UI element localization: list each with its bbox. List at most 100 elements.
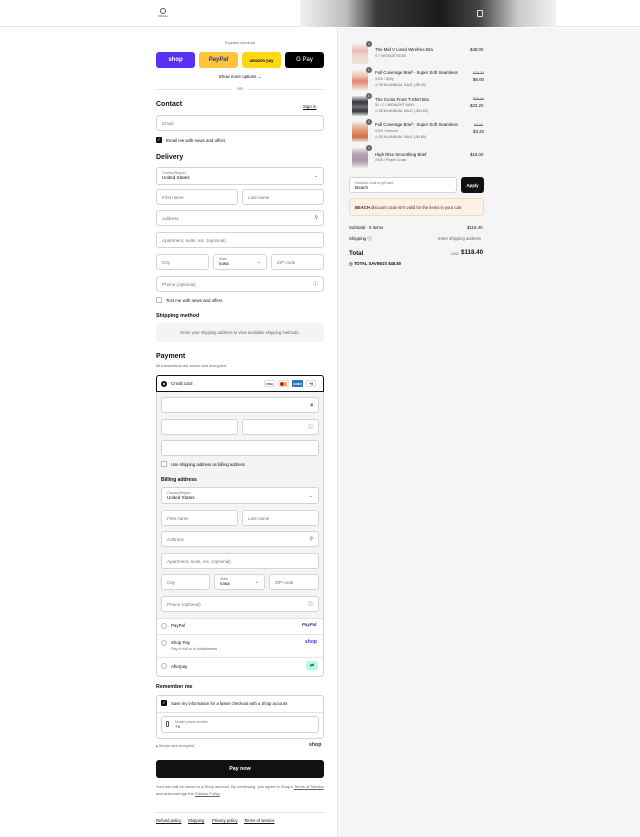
shop-pay-button[interactable]: shop <box>156 52 195 68</box>
footer-shipping-link[interactable]: Shipping <box>188 818 204 823</box>
shipping-method-box: Enter your shipping address to view avai… <box>156 323 324 342</box>
help-icon[interactable]: ⓘ <box>367 236 371 241</box>
phone-field[interactable]: Phone (optional) ⓘ <box>156 276 324 292</box>
product-thumbnail <box>352 44 368 64</box>
sign-in-link[interactable]: Sign in <box>303 104 316 109</box>
product-thumbnail <box>352 122 368 142</box>
chevron-down-icon: ⌄ <box>254 579 259 585</box>
search-icon: ⚲ <box>309 536 313 542</box>
paypal-option-label: PayPal <box>171 623 185 628</box>
privacy-policy-link[interactable]: Privacy Policy <box>195 791 220 796</box>
more-cards-text: +5 <box>308 381 314 386</box>
city-field[interactable]: City <box>156 254 209 270</box>
use-shipping-checkbox[interactable] <box>161 461 167 467</box>
amazon-pay-label: amazon pay <box>249 57 274 63</box>
email-news-label: Email me with news and offers <box>166 138 226 143</box>
terms-of-service-link[interactable]: Terms of Service <box>294 784 324 789</box>
card-number-field[interactable]: 🔒︎ <box>161 397 319 413</box>
chevron-down-icon: ⌄ <box>313 173 318 179</box>
lock-icon: 🔒︎ <box>156 744 158 748</box>
billing-phone-field[interactable]: Phone (optional) ⓘ <box>161 596 319 612</box>
apply-button[interactable]: Apply <box>461 177 484 193</box>
quantity-badge: 1 <box>366 145 372 151</box>
item-sale: ◷ SEMI-ANNUAL SALE (-$9.00) <box>375 83 426 87</box>
billing-zip-field[interactable]: ZIP code <box>269 574 319 590</box>
expiration-field[interactable] <box>161 419 238 435</box>
footer-refund-link[interactable]: Refund policy <box>156 818 181 823</box>
name-on-card-field[interactable] <box>161 440 319 456</box>
billing-country-select[interactable]: Country/Region United States ⌄ <box>161 487 319 504</box>
store-logo[interactable]: REVEAL <box>157 8 169 20</box>
billing-last-name-field[interactable]: Last name <box>242 510 319 526</box>
help-icon[interactable]: ⓘ <box>308 424 313 431</box>
tag-icon: ◷ <box>375 83 379 87</box>
amazon-pay-button[interactable]: amazon pay <box>242 52 281 68</box>
billing-apartment-field[interactable]: Apartment, suite, etc. (optional) <box>161 553 319 569</box>
amex-icon: AMEX <box>292 380 303 387</box>
paypal-button[interactable]: PayPal <box>199 52 238 68</box>
item-sale-text: SEMI-ANNUAL SALE (-$34.80) <box>379 109 428 113</box>
billing-city-placeholder: City <box>167 579 175 585</box>
afterpay-radio[interactable] <box>161 663 167 669</box>
first-name-field[interactable]: First name <box>156 189 238 205</box>
billing-city-field[interactable]: City <box>161 574 210 590</box>
item-name: High Rise Smoothing Brief <box>375 152 427 157</box>
paypal-label: PayPal <box>208 57 229 63</box>
paypal-radio[interactable] <box>161 623 167 629</box>
email-field[interactable]: Email <box>156 115 324 131</box>
help-icon[interactable]: ⓘ <box>313 281 318 288</box>
discount-code-field[interactable]: Discount code or gift card Beach <box>349 177 457 193</box>
text-news-label: Text me with news and offers <box>166 298 223 303</box>
credit-card-radio[interactable] <box>161 381 167 387</box>
terms-period: . <box>219 790 221 796</box>
item-name: The Mid V Lined Wirefree Bra <box>375 47 433 52</box>
city-placeholder: City <box>162 259 170 265</box>
last-name-field[interactable]: Last name <box>242 189 324 205</box>
mobile-icon <box>166 721 169 727</box>
item-name: Full Coverage Brief - Super Soft Seamles… <box>375 70 458 75</box>
shipping-method-message: Enter your shipping address to view avai… <box>180 330 300 335</box>
product-thumbnail <box>352 96 368 116</box>
email-news-checkbox[interactable]: ✓ <box>156 137 162 143</box>
apply-label: Apply <box>466 182 479 188</box>
address-field[interactable]: Address ⚲ <box>156 210 324 226</box>
subtotal-value: $118.40 <box>467 225 483 230</box>
order-summary <box>337 28 640 837</box>
shipping-label-text: Shipping <box>349 236 367 241</box>
item-variant: 31 / C / MIDNIGHT NAVY <box>375 103 415 107</box>
footer-privacy-link[interactable]: Privacy policy <box>212 818 238 823</box>
text-news-checkbox[interactable] <box>156 297 162 303</box>
payment-subtitle: All transactions are secure and encrypte… <box>156 364 227 368</box>
item-sale: ◷ SEMI-ANNUAL SALE (-$4.80) <box>375 135 426 139</box>
security-code-field[interactable]: ⓘ <box>242 419 319 435</box>
google-pay-button[interactable]: G Pay <box>285 52 324 68</box>
payment-heading: Payment <box>156 353 186 360</box>
error-code: BEACH <box>355 205 370 210</box>
item-name: Full Coverage Brief - Super Soft Seamles… <box>375 122 458 127</box>
help-icon[interactable]: ⓘ <box>308 601 313 608</box>
address-placeholder: Address <box>162 215 179 221</box>
shop-pay-radio[interactable] <box>161 640 167 646</box>
paypal-logo: PayPal <box>302 622 317 627</box>
billing-address-field[interactable]: Address ⚲ <box>161 531 319 547</box>
shop-terms: Your info will be saved to a Shop accoun… <box>156 784 324 797</box>
bag-icon[interactable] <box>477 10 483 17</box>
state-select[interactable]: State Iowa ⌄ <box>213 254 267 270</box>
mobile-phone-field[interactable]: Mobile phone number +1 <box>161 716 319 733</box>
apartment-field[interactable]: Apartment, suite, etc. (optional) <box>156 232 324 248</box>
save-info-checkbox[interactable]: ✓ <box>161 700 167 706</box>
footer-tos-link[interactable]: Terms of service <box>244 818 274 823</box>
pay-now-button[interactable]: Pay now <box>156 760 324 778</box>
chevron-down-icon: ⌄ <box>308 492 313 499</box>
item-sale-text: SEMI-ANNUAL SALE (-$4.80) <box>379 135 426 139</box>
search-icon: ⚲ <box>314 215 318 221</box>
item-price: $48.00 <box>470 47 484 52</box>
show-more-options[interactable]: Show more options ⌄ <box>156 74 324 80</box>
contact-heading: Contact <box>156 101 183 108</box>
zip-field[interactable]: ZIP code <box>271 254 324 270</box>
billing-first-name-field[interactable]: First name <box>161 510 238 526</box>
billing-state-select[interactable]: State Iowa ⌄ <box>214 574 265 590</box>
item-price: $23.20 <box>470 103 484 108</box>
shop-pay-option[interactable] <box>157 634 323 657</box>
country-select[interactable]: Country/Region United States ⌄ <box>156 167 324 185</box>
